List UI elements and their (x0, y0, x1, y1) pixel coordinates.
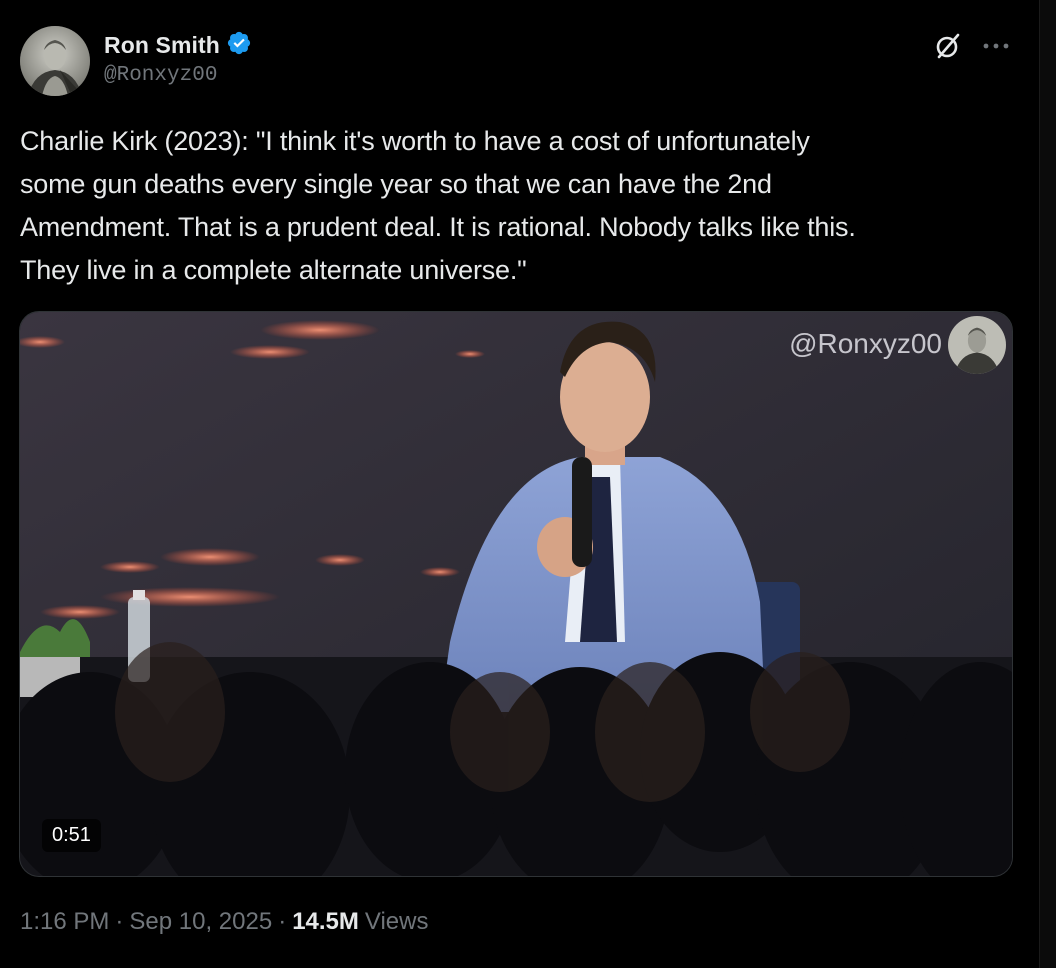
author-name-row: Ron Smith (104, 30, 252, 61)
meta-separator: · (115, 908, 124, 935)
more-dots-icon (983, 43, 1009, 49)
video-player[interactable]: @Ronxyz00 0:51 (19, 311, 1013, 877)
grok-slash-circle-icon (936, 33, 960, 59)
tweet-text: Charlie Kirk (2023): "I think it's worth… (20, 126, 856, 285)
author-handle[interactable]: @Ronxyz00 (104, 64, 217, 87)
tweet-time[interactable]: 1:16 PM (20, 908, 109, 936)
views-label: Views (364, 908, 429, 935)
watermark-avatar (948, 316, 1006, 374)
video-watermark: @Ronxyz00 (789, 328, 942, 359)
video-duration: 0:51 (42, 819, 101, 852)
scrollbar-track[interactable] (1039, 0, 1056, 968)
more-options-button[interactable] (976, 28, 1016, 64)
grok-button[interactable] (930, 28, 966, 64)
tweet-meta: 1:16 PM · Sep 10, 2025 · 14.5M Views (20, 908, 428, 936)
views-count[interactable]: 14.5M (292, 908, 359, 936)
tweet-date[interactable]: Sep 10, 2025 (129, 908, 272, 936)
video-frame (20, 312, 1012, 876)
tweet-card: Ron Smith @Ronxyz00 Charlie Kirk (2023):… (0, 0, 1040, 968)
author-avatar[interactable] (20, 26, 90, 96)
meta-separator: · (278, 908, 287, 935)
author-display-name[interactable]: Ron Smith (104, 32, 220, 59)
verified-badge-icon[interactable] (226, 30, 252, 61)
